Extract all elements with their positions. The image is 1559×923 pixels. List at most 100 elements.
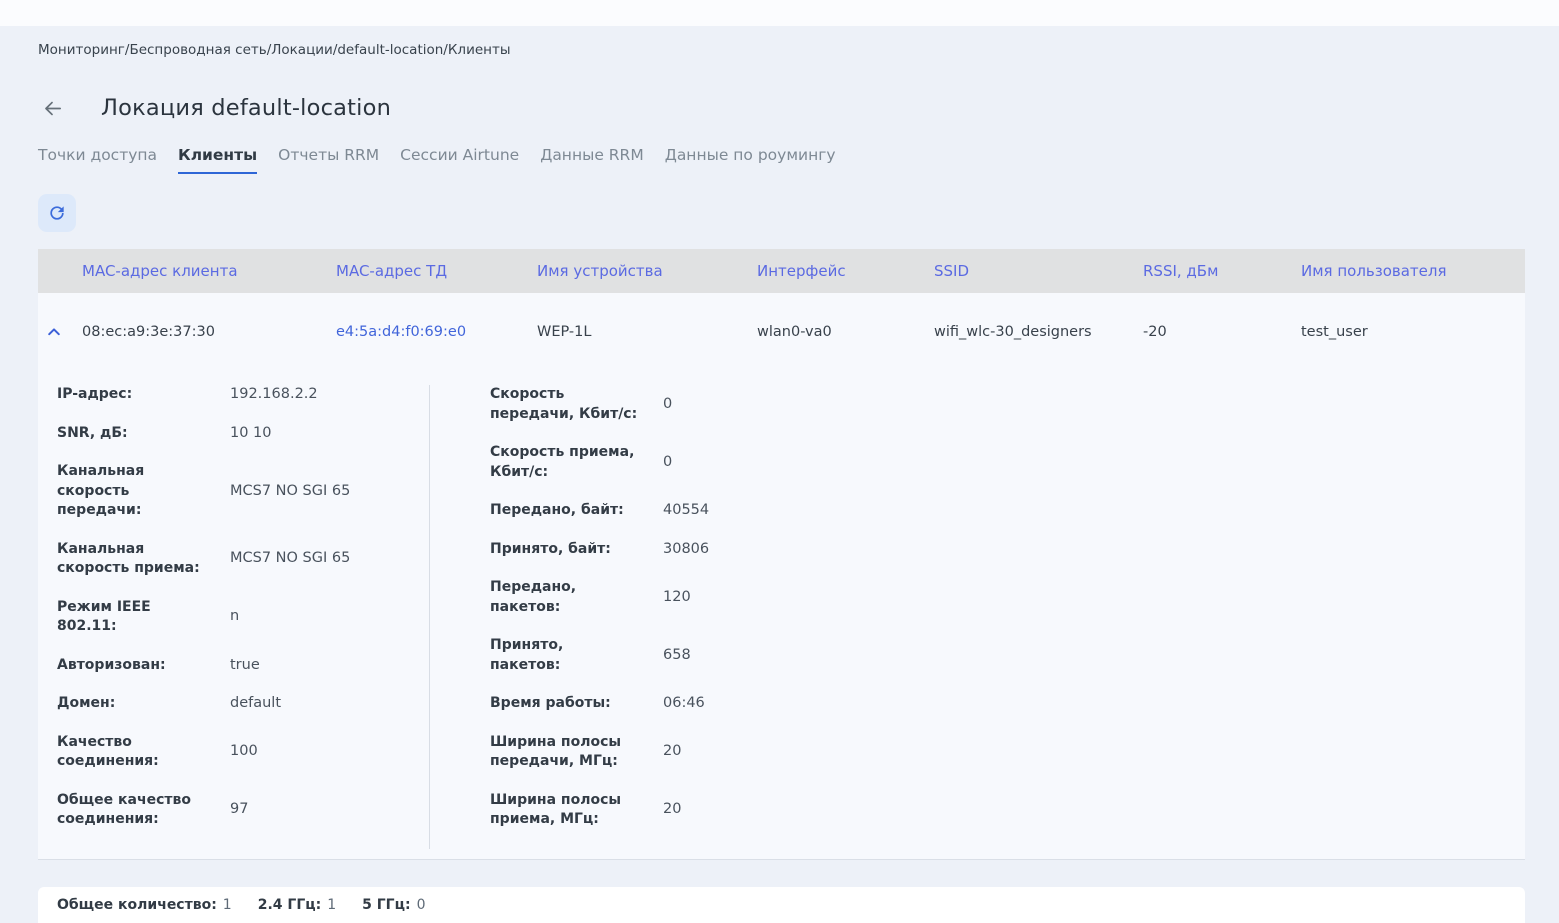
detail-row: SNR, дБ: 10 10: [57, 424, 429, 444]
clients-table: MAC-адрес клиента MAC-адрес ТД Имя устро…: [38, 249, 1525, 860]
cell-username: test_user: [1301, 323, 1368, 340]
cell-rssi: -20: [1143, 323, 1167, 340]
detail-label: Ширина полосы передачи, МГц:: [490, 733, 622, 770]
detail-row: Передано, пакетов: 120: [490, 578, 709, 617]
detail-value: 30806: [663, 540, 710, 557]
detail-value: 0: [663, 453, 673, 470]
chevron-up-icon: [46, 324, 62, 340]
column-header-interface: Интерфейс: [757, 262, 846, 280]
detail-label: Ширина полосы приема, МГц:: [490, 791, 622, 828]
refresh-button[interactable]: [38, 194, 76, 232]
summary-band-5-label: 5 ГГц:: [362, 896, 411, 913]
summary-total-label: Общее количество:: [57, 896, 217, 913]
detail-label: Канальная скорость приема:: [57, 540, 200, 577]
column-header-ap-mac: MAC-адрес ТД: [336, 262, 448, 280]
tab-clients[interactable]: Клиенты: [178, 145, 258, 174]
tab-rrm-data[interactable]: Данные RRM: [540, 145, 644, 174]
detail-row: Ширина полосы приема, МГц: 20: [490, 791, 709, 830]
detail-label: Передано, байт:: [490, 502, 624, 518]
summary-bar: Общее количество: 1 2.4 ГГц: 1 5 ГГц: 0: [38, 886, 1525, 923]
detail-value: 40554: [663, 502, 710, 518]
detail-row: IP-адрес: 192.168.2.2: [57, 385, 429, 405]
summary-band-5-value: 0: [416, 896, 426, 913]
arrow-left-icon: [41, 97, 64, 120]
detail-row: Канальная скорость приема: MCS7 NO SGI 6…: [57, 540, 429, 579]
detail-value: 0: [663, 395, 673, 412]
table-header-row: MAC-адрес клиента MAC-адрес ТД Имя устро…: [38, 249, 1525, 293]
back-button[interactable]: [40, 96, 64, 120]
column-header-client-mac: MAC-адрес клиента: [82, 262, 238, 280]
detail-label: Канальная скорость передачи:: [57, 463, 145, 518]
detail-value: 97: [230, 801, 249, 818]
detail-label: Общее качество соединения:: [57, 791, 191, 828]
tab-rrm-reports[interactable]: Отчеты RRM: [278, 145, 379, 174]
detail-label: Режим IEEE 802.11:: [57, 598, 151, 635]
detail-label: Домен:: [57, 695, 116, 711]
tab-access-points[interactable]: Точки доступа: [38, 145, 157, 174]
page-title: Локация default-location: [101, 95, 392, 121]
detail-label: Качество соединения:: [57, 733, 159, 770]
summary-total-value: 1: [222, 896, 232, 913]
detail-value: 06:46: [663, 695, 705, 711]
cell-ssid: wifi_wlc-30_designers: [934, 323, 1092, 340]
summary-band-5: 5 ГГц: 0: [362, 897, 425, 913]
ap-mac-link[interactable]: e4:5a:d4:f0:69:e0: [336, 324, 466, 340]
detail-row: Скорость передачи, Кбит/с: 0: [490, 385, 709, 424]
cell-device-name: WEP-1L: [537, 323, 592, 340]
detail-label: Скорость передачи, Кбит/с:: [490, 386, 638, 422]
tab-bar: Точки доступа Клиенты Отчеты RRM Сессии …: [38, 145, 1559, 174]
column-header-rssi: RSSI, дБм: [1143, 262, 1219, 280]
collapse-row-button[interactable]: [40, 318, 68, 346]
summary-band-24-value: 1: [327, 896, 337, 913]
cell-interface: wlan0-va0: [757, 323, 832, 340]
column-header-device-name: Имя устройства: [537, 262, 663, 280]
column-header-username: Имя пользователя: [1301, 262, 1447, 280]
detail-value: 120: [663, 588, 691, 605]
detail-value: 658: [663, 646, 691, 663]
detail-row: Принято, байт: 30806: [490, 540, 709, 560]
detail-label: Принято, байт:: [490, 540, 611, 557]
detail-value: MCS7 NO SGI 65: [230, 550, 351, 567]
detail-label: Передано, пакетов:: [490, 579, 577, 615]
summary-total: Общее количество: 1: [57, 897, 232, 913]
detail-value: true: [230, 656, 260, 673]
cell-client-mac: 08:ec:a9:3e:37:30: [82, 323, 215, 340]
detail-label: Принято, пакетов:: [490, 637, 564, 673]
detail-row: Общее качество соединения: 97: [57, 791, 429, 830]
details-right-column: Скорость передачи, Кбит/с: 0 Скорость пр…: [430, 385, 709, 849]
detail-label: IP-адрес:: [57, 386, 133, 402]
detail-row: Передано, байт: 40554: [490, 501, 709, 521]
detail-label: Время работы:: [490, 695, 611, 711]
details-left-column: IP-адрес: 192.168.2.2 SNR, дБ: 10 10 Кан…: [38, 385, 430, 849]
client-details-panel: IP-адрес: 192.168.2.2 SNR, дБ: 10 10 Кан…: [38, 370, 1525, 859]
summary-band-24: 2.4 ГГц: 1: [258, 897, 336, 913]
detail-row: Качество соединения: 100: [57, 733, 429, 772]
column-header-ssid: SSID: [934, 262, 970, 280]
detail-label: SNR, дБ:: [57, 424, 128, 441]
detail-value: MCS7 NO SGI 65: [230, 482, 351, 499]
detail-value: n: [230, 608, 240, 625]
top-strip: [0, 0, 1559, 26]
detail-row: Время работы: 06:46: [490, 694, 709, 714]
detail-row: Домен: default: [57, 694, 429, 714]
detail-row: Режим IEEE 802.11: n: [57, 598, 429, 637]
detail-value: 10 10: [230, 424, 272, 441]
detail-label: Скорость приема, Кбит/с:: [490, 444, 635, 480]
detail-value: default: [230, 695, 282, 711]
summary-band-24-label: 2.4 ГГц:: [257, 896, 322, 913]
tab-airtune-sessions[interactable]: Сессии Airtune: [400, 145, 519, 174]
detail-row: Принято, пакетов: 658: [490, 636, 709, 675]
detail-value: 20: [663, 743, 682, 760]
refresh-icon: [47, 203, 67, 223]
detail-row: Ширина полосы передачи, МГц: 20: [490, 733, 709, 772]
detail-row: Скорость приема, Кбит/с: 0: [490, 443, 709, 482]
detail-row: Авторизован: true: [57, 656, 429, 676]
detail-value: 192.168.2.2: [230, 386, 318, 402]
tab-roaming-data[interactable]: Данные по роумингу: [665, 145, 836, 174]
detail-value: 100: [230, 743, 258, 760]
page-header: Локация default-location: [40, 93, 1559, 123]
detail-row: Канальная скорость передачи: MCS7 NO SGI…: [57, 462, 429, 521]
detail-value: 20: [663, 801, 682, 818]
breadcrumb: Мониторинг/Беспроводная сеть/Локации/def…: [38, 42, 511, 58]
detail-label: Авторизован:: [57, 656, 166, 673]
